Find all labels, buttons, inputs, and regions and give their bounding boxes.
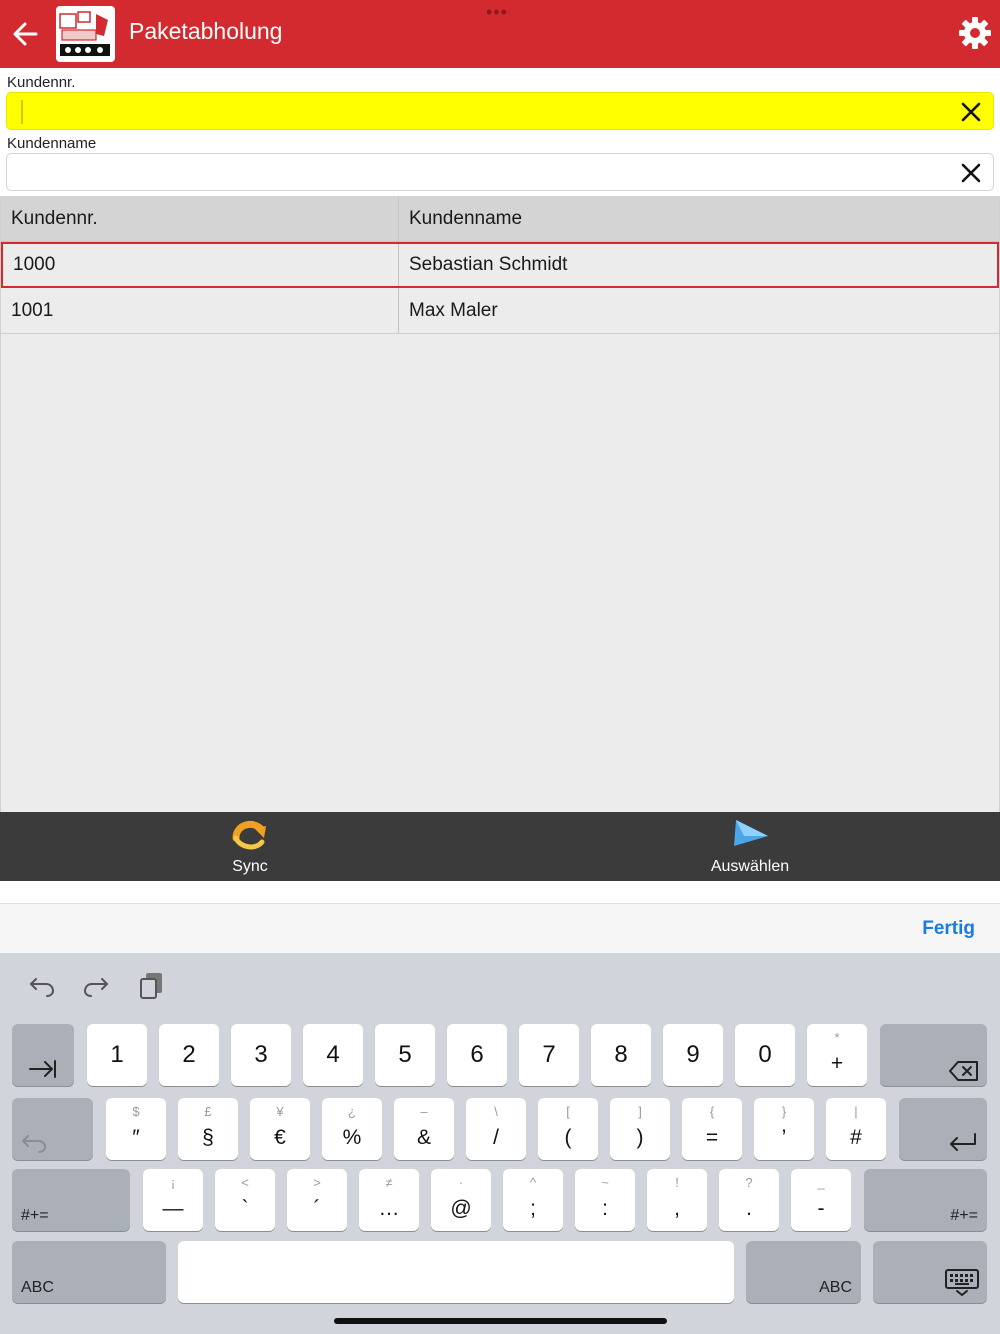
- key-double-prime[interactable]: $ ″: [106, 1098, 166, 1160]
- sync-label: Sync: [232, 858, 268, 875]
- customer-number-field[interactable]: [6, 92, 994, 130]
- key-em-dash[interactable]: ¡ —: [143, 1169, 203, 1231]
- cell-customer-number: 1000: [13, 254, 56, 275]
- key-section[interactable]: £ §: [178, 1098, 238, 1160]
- backspace-key[interactable]: [880, 1024, 987, 1086]
- redo-button[interactable]: [80, 969, 112, 1001]
- key-ellipsis[interactable]: ≠…: [359, 1169, 419, 1231]
- key-period[interactable]: ?.: [719, 1169, 779, 1231]
- sync-arrow-icon: [232, 820, 266, 850]
- play-arrow-icon: [734, 820, 768, 846]
- customer-table: Kundennr. Kundenname 1000 Sebastian Schm…: [0, 196, 1000, 812]
- dismiss-keyboard-key[interactable]: [873, 1241, 987, 1303]
- sync-button[interactable]: Sync: [0, 812, 500, 881]
- clear-customer-number-button[interactable]: [959, 100, 983, 124]
- table-row[interactable]: 1001 Max Maler: [1, 288, 999, 334]
- table-header: Kundennr. Kundenname: [1, 196, 999, 242]
- key-slash[interactable]: \ /: [466, 1098, 526, 1160]
- undo-key[interactable]: [12, 1098, 93, 1160]
- tab-key[interactable]: [12, 1024, 74, 1086]
- clear-customer-name-button[interactable]: [959, 161, 983, 185]
- close-icon: [961, 163, 981, 183]
- multitasking-dots[interactable]: •••: [486, 3, 508, 21]
- logo-icon: [59, 11, 110, 56]
- customer-name-input[interactable]: [15, 158, 945, 186]
- key-paren-close[interactable]: ]): [610, 1098, 670, 1160]
- space-key[interactable]: [178, 1241, 734, 1303]
- return-icon: [950, 1133, 976, 1151]
- backspace-icon: [949, 1061, 978, 1081]
- abc-key-left[interactable]: ABC: [12, 1241, 166, 1303]
- table-row[interactable]: 1000 Sebastian Schmidt: [1, 242, 999, 288]
- key-apostrophe[interactable]: }’: [754, 1098, 814, 1160]
- redo-icon: [83, 978, 109, 997]
- done-button[interactable]: Fertig: [922, 918, 975, 940]
- key-0[interactable]: 0: [735, 1024, 795, 1086]
- key-colon[interactable]: ~:: [575, 1169, 635, 1231]
- keyboard-dismiss-icon: [945, 1269, 979, 1297]
- select-label: Auswählen: [710, 858, 790, 875]
- return-key[interactable]: [899, 1098, 987, 1160]
- keyboard-accessory-bar: Fertig: [0, 903, 1000, 953]
- column-header-number[interactable]: Kundennr.: [1, 196, 397, 242]
- undo-arrow-icon: [21, 1135, 47, 1153]
- select-button[interactable]: Auswählen: [500, 812, 1000, 881]
- cell-customer-name: Max Maler: [398, 288, 999, 334]
- key-plus[interactable]: * +: [807, 1024, 867, 1086]
- symbols-key-right[interactable]: #+=: [864, 1169, 987, 1231]
- undo-button[interactable]: [26, 969, 58, 1001]
- key-5[interactable]: 5: [375, 1024, 435, 1086]
- cell-customer-name: Sebastian Schmidt: [398, 244, 999, 286]
- key-9[interactable]: 9: [663, 1024, 723, 1086]
- page-title: Paketabholung: [129, 18, 283, 44]
- undo-icon: [29, 978, 55, 997]
- key-3[interactable]: 3: [231, 1024, 291, 1086]
- key-euro[interactable]: ¥ €: [250, 1098, 310, 1160]
- app-header: Paketabholung •••: [0, 0, 1000, 68]
- settings-button[interactable]: [957, 15, 993, 51]
- key-paren-open[interactable]: [(: [538, 1098, 598, 1160]
- arrow-left-icon: [13, 22, 38, 46]
- key-6[interactable]: 6: [447, 1024, 507, 1086]
- key-7[interactable]: 7: [519, 1024, 579, 1086]
- key-percent[interactable]: ¿%: [322, 1098, 382, 1160]
- text-caret: [21, 100, 23, 124]
- gear-icon: [959, 17, 991, 49]
- key-grave[interactable]: < `: [215, 1169, 275, 1231]
- customer-name-label: Kundenname: [7, 135, 97, 152]
- action-bar: Sync Auswählen: [0, 812, 1000, 881]
- app-logo: [56, 6, 115, 62]
- key-at[interactable]: · @: [431, 1169, 491, 1231]
- clipboard-icon: [140, 973, 162, 999]
- key-hash[interactable]: | #: [826, 1098, 886, 1160]
- paste-button[interactable]: [136, 969, 168, 1001]
- keyboard: 1 2 3 4 5 6 7 8 9 0 * + $ ″ £ § ¥ € ¿% – & \ /…: [0, 953, 1000, 1334]
- cell-customer-number: 1001: [11, 300, 54, 321]
- key-ampersand[interactable]: – &: [394, 1098, 454, 1160]
- home-indicator[interactable]: [334, 1318, 667, 1324]
- customer-name-field[interactable]: [6, 153, 994, 191]
- back-button[interactable]: [8, 14, 44, 54]
- key-acute[interactable]: > ´: [287, 1169, 347, 1231]
- customer-number-label: Kundennr.: [7, 74, 76, 91]
- key-1[interactable]: 1: [87, 1024, 147, 1086]
- key-equals[interactable]: {=: [682, 1098, 742, 1160]
- key-hyphen[interactable]: _ -: [791, 1169, 851, 1231]
- key-semicolon[interactable]: ^;: [503, 1169, 563, 1231]
- key-comma[interactable]: !,: [647, 1169, 707, 1231]
- key-4[interactable]: 4: [303, 1024, 363, 1086]
- customer-number-input[interactable]: [15, 97, 945, 125]
- column-header-name[interactable]: Kundenname: [398, 196, 999, 242]
- close-icon: [961, 102, 981, 122]
- tab-icon: [29, 1060, 56, 1078]
- abc-key-right[interactable]: ABC: [746, 1241, 861, 1303]
- key-8[interactable]: 8: [591, 1024, 651, 1086]
- key-2[interactable]: 2: [159, 1024, 219, 1086]
- symbols-key-left[interactable]: #+=: [12, 1169, 130, 1231]
